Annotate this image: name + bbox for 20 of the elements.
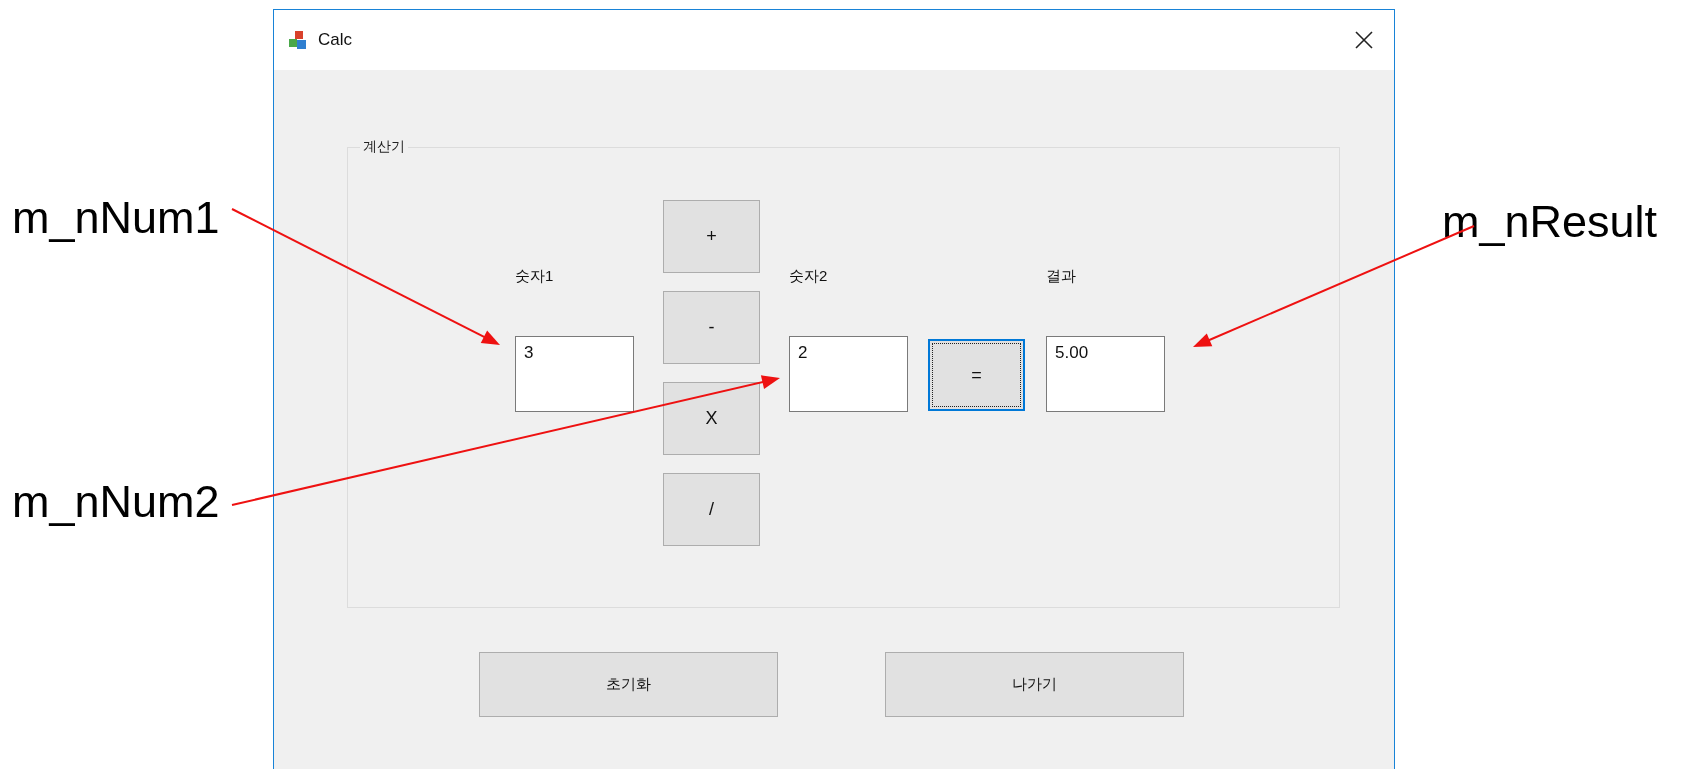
- annotation-label: m_nNum2: [12, 476, 220, 528]
- cubes-icon: [288, 30, 308, 50]
- field-label: 결과: [1046, 267, 1077, 286]
- operator-button[interactable]: X: [663, 382, 760, 455]
- equals-button[interactable]: =: [928, 339, 1025, 411]
- dialog-button[interactable]: 초기화: [479, 652, 778, 717]
- annotation-label: m_nResult: [1442, 196, 1658, 248]
- input-field[interactable]: 2: [789, 336, 908, 412]
- input-field[interactable]: 3: [515, 336, 634, 412]
- operator-button[interactable]: +: [663, 200, 760, 273]
- dialog-button[interactable]: 나가기: [885, 652, 1184, 717]
- operator-button[interactable]: /: [663, 473, 760, 546]
- operator-button[interactable]: -: [663, 291, 760, 364]
- field-label: 숫자2: [789, 267, 829, 286]
- group-label: 계산기: [362, 138, 406, 156]
- window-title: Calc: [318, 30, 353, 50]
- result-field[interactable]: 5.00: [1046, 336, 1165, 412]
- annotation-label: m_nNum1: [12, 192, 220, 244]
- close-icon[interactable]: [1354, 30, 1374, 50]
- field-label: 숫자1: [515, 267, 555, 286]
